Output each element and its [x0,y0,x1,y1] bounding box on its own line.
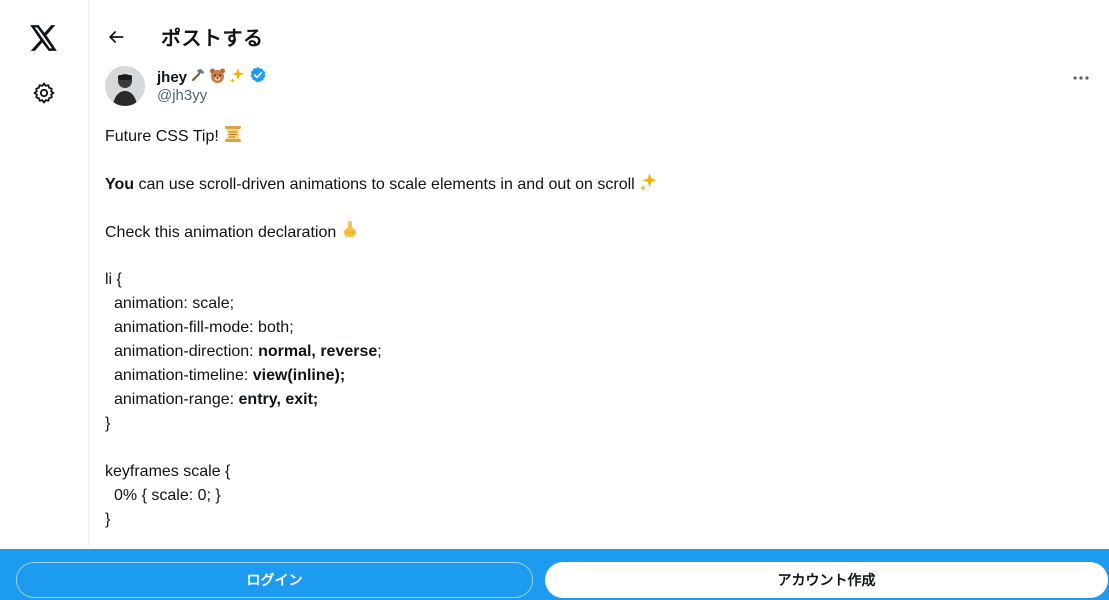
pointing-down-icon [340,220,360,248]
code-line: } [105,415,111,432]
more-icon[interactable] [1067,64,1095,92]
code-key: animation-range: [114,391,239,408]
login-button[interactable]: ログイン [16,562,533,598]
code-key: animation-timeline: [114,367,253,384]
tweet-line-text: Future CSS Tip! [105,128,219,145]
page-title: ポストする [161,26,264,50]
tweet-line: Check this animation declaration [105,220,1085,244]
code-key: animation-direction: [114,343,259,360]
display-name[interactable]: jhey [157,69,187,86]
left-nav [0,0,89,600]
author-row: jhey @jh3yy [105,64,1095,108]
code-line: li { [105,271,122,288]
bear-icon [209,67,226,89]
code-value: entry, exit; [238,391,319,408]
tweet-line: You can use scroll-driven animations to … [105,172,1085,196]
x-logo-icon[interactable] [22,16,66,60]
code-value: view(inline); [252,367,346,384]
code-line: animation-fill-mode: both; [114,319,294,336]
sparkles-icon [639,172,659,200]
tweet-text: Future CSS Tip! You can use scroll-drive… [105,124,1085,532]
code-line: animation-direction: normal, reverse; [105,340,1085,364]
verified-badge-icon [249,66,267,89]
code-line: 0% { scale: 0; } [114,487,221,504]
scroll-icon [223,124,243,152]
signup-button[interactable]: アカウント作成 [545,562,1108,598]
code-line: animation-range: entry, exit; [105,388,1085,412]
code-end: ; [377,343,382,360]
hammer-icon [190,67,206,88]
code-value: normal, reverse [258,343,378,360]
user-handle[interactable]: @jh3yy [157,87,207,104]
code-line: animation-timeline: view(inline); [105,364,1085,388]
tweet-line: Future CSS Tip! [105,124,1085,148]
code-line: animation: scale; [114,295,235,312]
gear-icon[interactable] [22,71,66,115]
name-row: jhey [157,66,267,89]
tweet-line-text: Check this animation declaration [105,224,337,241]
code-line: } [105,511,111,528]
bottom-login-bar: ログイン アカウント作成 [0,549,1109,600]
sparkles-icon [229,67,246,89]
tweet-line-text: can use scroll-driven animations to scal… [134,176,635,193]
avatar[interactable] [105,66,145,106]
top-bar: ポストする [89,0,1109,72]
code-line: keyframes scale { [105,463,231,480]
main-column: ポストする jhey @jh3yy Future CSS Tip! You ca… [89,0,1109,600]
arrow-left-icon[interactable] [99,20,133,54]
tweet-bold-text: You [105,176,135,193]
